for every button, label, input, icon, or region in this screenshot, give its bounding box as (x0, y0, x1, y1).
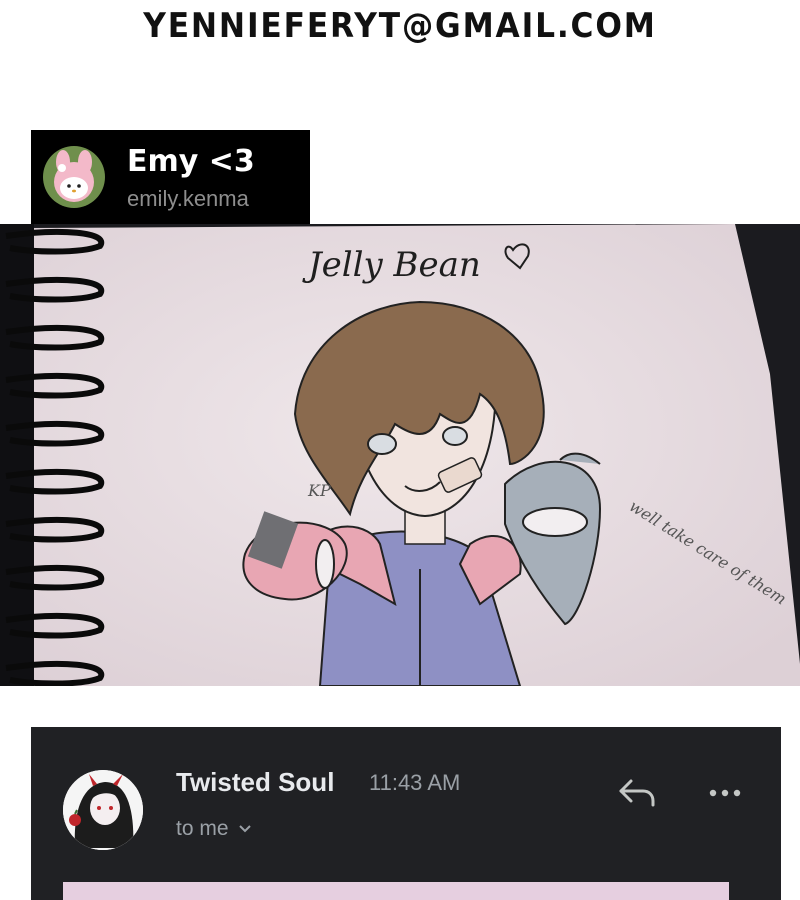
profile-card[interactable]: Emy <3 emily.kenma (31, 130, 310, 224)
recipient-toggle[interactable]: to me (176, 817, 252, 841)
profile-handle: emily.kenma (127, 186, 249, 211)
sender-avatar[interactable] (63, 770, 143, 850)
profile-name: Emy <3 (127, 144, 255, 179)
more-horizontal-icon (707, 786, 743, 804)
drawing-title: Jelly Bean (302, 245, 481, 285)
more-options-button[interactable] (699, 775, 751, 815)
email-card: Twisted Soul 11:43 AM to me (31, 727, 781, 900)
message-preview (63, 882, 729, 900)
sketchbook-drawing: Jelly Bean KP well take care of them (0, 224, 800, 686)
sender-time: 11:43 AM (369, 770, 461, 795)
header-email: YENNIEFERYT@GMAIL.COM (143, 6, 657, 46)
profile-avatar[interactable] (43, 146, 105, 208)
drawing-signature: KP (307, 481, 331, 500)
recipient-label: to me (176, 817, 229, 840)
chevron-down-icon (234, 817, 252, 840)
reply-icon (617, 777, 657, 814)
sender-name: Twisted Soul (176, 767, 335, 797)
reply-button[interactable] (611, 775, 663, 815)
